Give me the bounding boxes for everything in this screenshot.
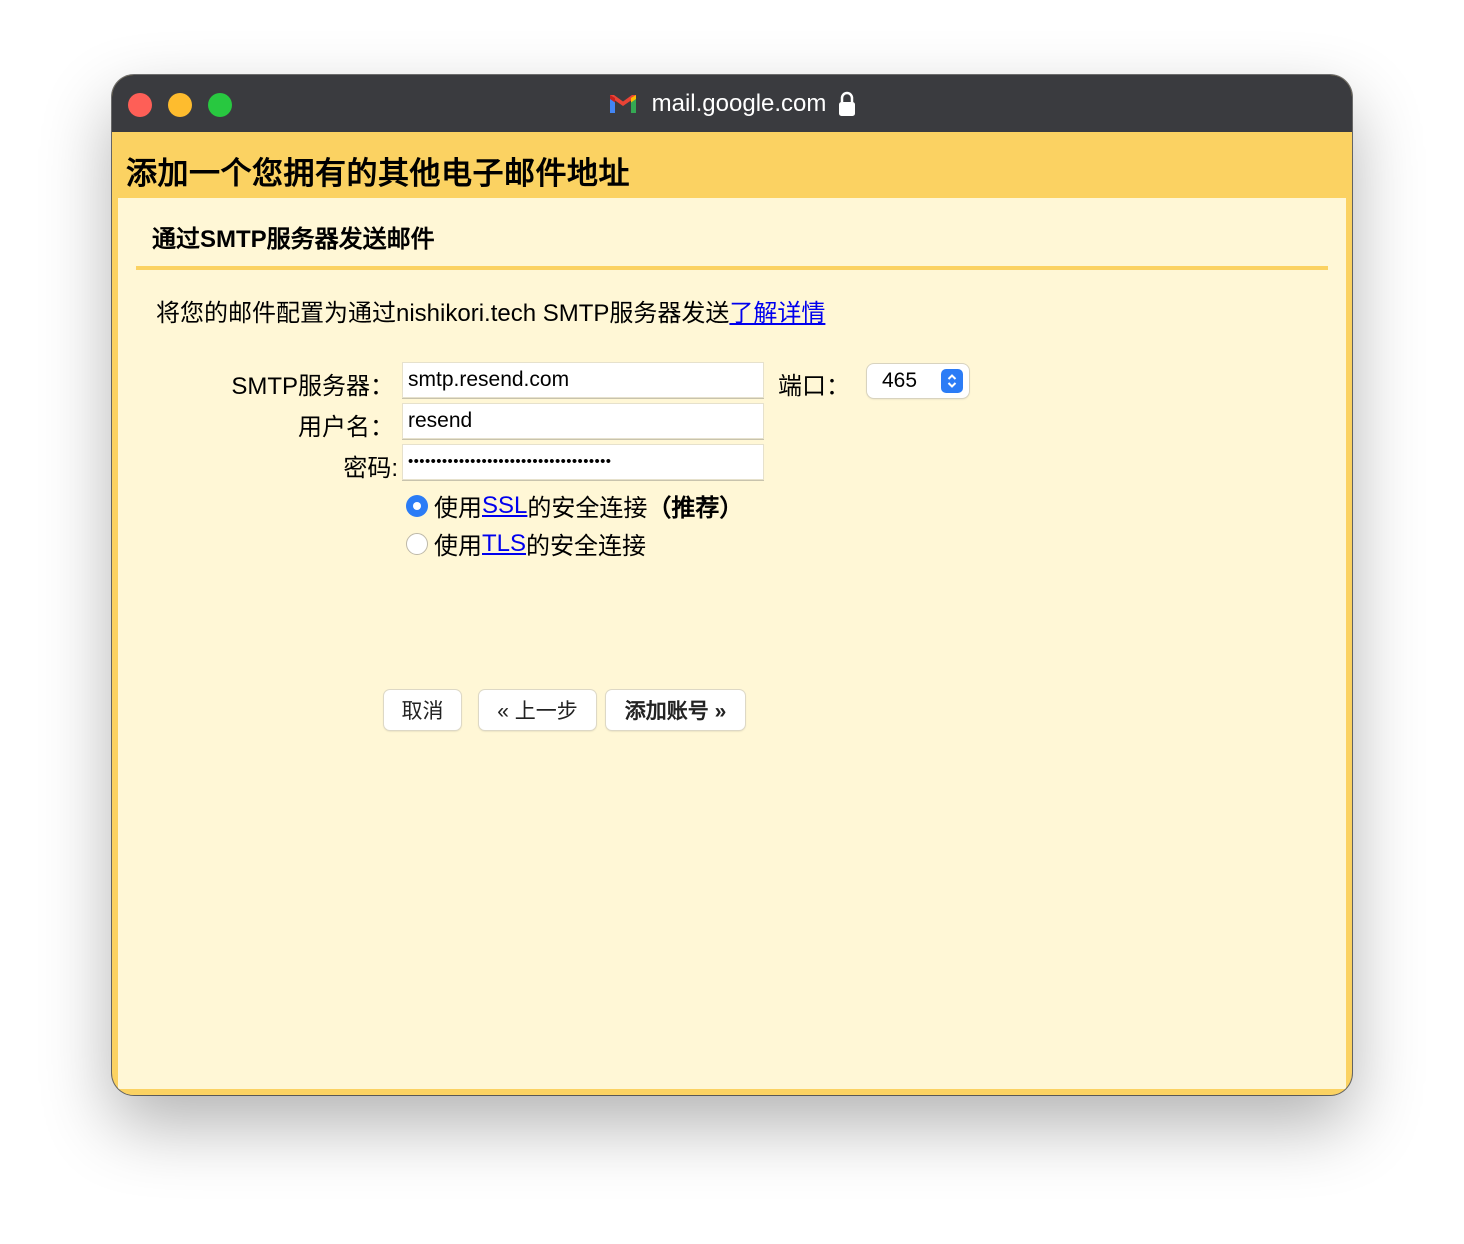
recommended-tag: （推荐）	[647, 495, 744, 522]
dialog-panel: 通过SMTP服务器发送邮件 将您的邮件配置为通过nishikori.tech S…	[118, 198, 1346, 1089]
dialog-header: 添加一个您拥有的其他电子邮件地址	[112, 132, 1352, 198]
smtp-server-label: SMTP服务器：	[231, 373, 394, 400]
ssl-option[interactable]: 使用 SSL 的安全连接 （推荐）	[406, 488, 743, 523]
password-input[interactable]: ••••••••••••••••••••••••••••••••••••	[402, 444, 764, 480]
select-arrows-icon	[941, 369, 963, 393]
section-title: 通过SMTP服务器发送邮件	[152, 226, 435, 253]
ssl-prefix: 使用	[434, 495, 482, 522]
ssl-link[interactable]: SSL	[482, 492, 527, 520]
dialog-title: 添加一个您拥有的其他电子邮件地址	[126, 156, 630, 191]
section-description: 将您的邮件配置为通过nishikori.tech SMTP服务器发送了解详情	[156, 293, 825, 328]
tls-prefix: 使用	[434, 533, 482, 560]
browser-window: mail.google.com 添加一个您拥有的其他电子邮件地址 通过SMTP服…	[112, 75, 1352, 1095]
password-label: 密码:	[343, 455, 398, 482]
username-input[interactable]: resend	[402, 403, 764, 439]
back-button[interactable]: « 上一步	[479, 690, 596, 730]
description-text: 将您的邮件配置为通过nishikori.tech SMTP服务器发送	[156, 300, 730, 327]
lock-icon	[839, 91, 856, 116]
url-text: mail.google.com	[651, 89, 827, 117]
title-bar: mail.google.com	[112, 75, 1352, 132]
learn-more-link[interactable]: 了解详情	[729, 300, 825, 327]
gmail-icon	[609, 94, 636, 113]
tls-option[interactable]: 使用 TLS 的安全连接	[406, 526, 646, 561]
cancel-button[interactable]: 取消	[384, 690, 461, 730]
port-label: 端口：	[778, 373, 850, 400]
tls-radio[interactable]	[406, 532, 428, 555]
section-divider	[136, 266, 1328, 270]
bottom-border	[112, 1089, 1352, 1095]
address-display: mail.google.com	[112, 75, 1352, 132]
tls-suffix: 的安全连接	[526, 533, 647, 560]
port-value: 465	[882, 369, 918, 392]
smtp-server-input[interactable]: smtp.resend.com	[402, 362, 764, 398]
port-select[interactable]: 465	[867, 364, 969, 398]
add-account-button[interactable]: 添加账号 »	[606, 690, 745, 730]
ssl-suffix: 的安全连接	[527, 495, 648, 522]
username-label: 用户名：	[298, 414, 394, 441]
ssl-radio[interactable]	[406, 494, 428, 517]
tls-link[interactable]: TLS	[482, 530, 526, 558]
